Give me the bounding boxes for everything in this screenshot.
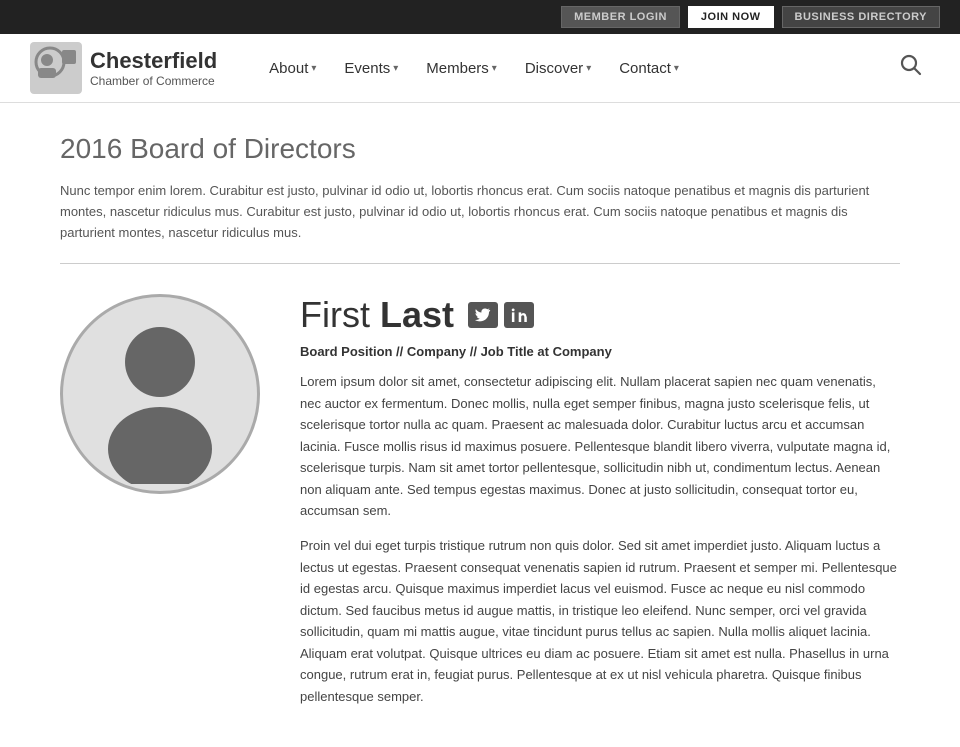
chevron-down-icon: ▾ (393, 63, 398, 74)
main-content: 2016 Board of Directors Nunc tempor enim… (30, 103, 930, 747)
chevron-down-icon: ▾ (311, 63, 316, 74)
bio-paragraph-2: Proin vel dui eget turpis tristique rutr… (300, 535, 900, 707)
search-icon (900, 54, 922, 76)
chevron-down-icon: ▾ (674, 63, 679, 74)
member-login-button[interactable]: MEMBER LOGIN (561, 6, 680, 28)
bio-paragraph-1: Lorem ipsum dolor sit amet, consectetur … (300, 371, 900, 521)
header: Chesterfield Chamber of Commerce About ▾… (0, 34, 960, 103)
profile-bio: Lorem ipsum dolor sit amet, consectetur … (300, 371, 900, 707)
business-directory-button[interactable]: BUSINESS DIRECTORY (782, 6, 940, 28)
chevron-down-icon: ▾ (586, 63, 591, 74)
nav-events[interactable]: Events ▾ (332, 52, 410, 85)
name-row: First Last (300, 294, 900, 336)
avatar (60, 294, 260, 494)
top-bar: MEMBER LOGIN JOIN NOW BUSINESS DIRECTORY (0, 0, 960, 34)
nav-contact[interactable]: Contact ▾ (607, 52, 691, 85)
twitter-icon[interactable] (468, 302, 498, 328)
linkedin-icon[interactable] (504, 302, 534, 328)
nav-about[interactable]: About ▾ (257, 52, 328, 85)
profile-section: First Last Board Posit (60, 294, 900, 707)
chevron-down-icon: ▾ (492, 63, 497, 74)
profile-position: Board Position // Company // Job Title a… (300, 344, 900, 359)
last-name-bold: Last (380, 294, 454, 335)
logo[interactable]: Chesterfield Chamber of Commerce (30, 42, 217, 94)
intro-text: Nunc tempor enim lorem. Curabitur est ju… (60, 181, 900, 243)
join-now-button[interactable]: JOIN NOW (688, 6, 774, 28)
logo-name: Chesterfield (90, 48, 217, 74)
nav-members[interactable]: Members ▾ (414, 52, 509, 85)
logo-text: Chesterfield Chamber of Commerce (90, 48, 217, 89)
search-button[interactable] (892, 50, 930, 86)
first-name: First (300, 294, 370, 335)
divider (60, 263, 900, 264)
page-title: 2016 Board of Directors (60, 133, 900, 165)
logo-icon (30, 42, 82, 94)
avatar-container (60, 294, 270, 494)
social-icons (468, 302, 534, 328)
logo-sub: Chamber of Commerce (90, 74, 217, 88)
profile-info: First Last Board Posit (300, 294, 900, 707)
person-silhouette (80, 304, 240, 484)
nav-discover[interactable]: Discover ▾ (513, 52, 603, 85)
main-nav: About ▾ Events ▾ Members ▾ Discover ▾ Co… (257, 52, 892, 85)
profile-name: First Last (300, 294, 454, 336)
